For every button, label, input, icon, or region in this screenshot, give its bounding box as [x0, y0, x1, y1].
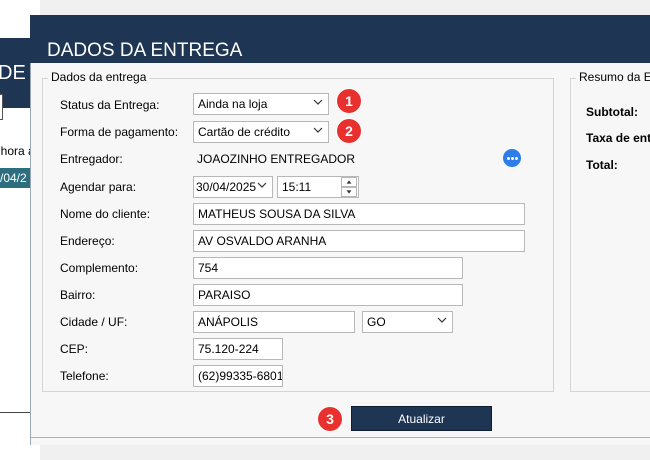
cep-input[interactable]: 75.120-224 — [193, 338, 283, 360]
payment-select-value: Cartão de crédito — [198, 125, 291, 139]
cep-label: CEP: — [60, 342, 89, 356]
dialog-title: DADOS DA ENTREGA — [47, 40, 243, 61]
payment-select[interactable]: Cartão de crédito — [193, 121, 329, 143]
city-label: Cidade / UF: — [60, 315, 128, 329]
step-badge-1: 1 — [337, 89, 361, 113]
district-label: Bairro: — [60, 288, 96, 302]
phone-input[interactable]: (62)99335-6801 — [193, 365, 283, 387]
time-down-button[interactable] — [341, 187, 357, 197]
address-input[interactable]: AV OSVALDO ARANHA — [193, 230, 525, 252]
subtotal-label: Subtotal: — [586, 105, 638, 119]
delivery-fee-label: Taxa de entr — [586, 131, 650, 145]
delivery-data-legend: Dados da entrega — [48, 70, 150, 84]
summary-legend: Resumo da En — [576, 70, 650, 84]
uf-select[interactable]: GO — [362, 311, 453, 333]
arrow-up-icon — [346, 180, 352, 184]
summary-group — [570, 78, 650, 392]
payment-label: Forma de pagamento: — [60, 125, 179, 139]
uf-select-value: GO — [367, 315, 386, 329]
city-input[interactable]: ANÁPOLIS — [193, 311, 355, 333]
courier-label: Entregador: — [60, 152, 123, 166]
status-select-value: Ainda na loja — [198, 97, 268, 111]
step-badge-2: 2 — [337, 119, 361, 143]
background-window-selected-row[interactable]: /04/2 — [0, 168, 30, 188]
status-select[interactable]: Ainda na loja — [193, 93, 329, 115]
chevron-down-icon — [313, 99, 323, 105]
background-window-field[interactable] — [0, 94, 3, 120]
district-input[interactable]: PARAISO — [193, 284, 463, 306]
complement-label: Complemento: — [60, 261, 139, 275]
customer-input[interactable]: MATHEUS SOUSA DA SILVA — [193, 203, 525, 225]
step-badge-3: 3 — [318, 407, 342, 431]
customer-label: Nome do cliente: — [60, 207, 151, 221]
schedule-time-value: 15:11 — [282, 180, 312, 194]
more-options-button[interactable] — [503, 149, 521, 167]
more-dots-icon — [511, 157, 514, 160]
update-button[interactable]: Atualizar — [351, 406, 492, 431]
arrow-down-icon — [346, 190, 352, 194]
complement-input[interactable]: 754 — [193, 257, 463, 279]
more-dots-icon — [507, 157, 510, 160]
background-window-divider — [0, 412, 32, 413]
total-label: Total: — [586, 158, 618, 172]
chevron-down-icon — [313, 127, 323, 133]
schedule-date-value: 30/04/2025 — [196, 180, 257, 194]
phone-label: Telefone: — [60, 369, 109, 383]
dialog-bottom-border — [30, 437, 650, 438]
schedule-label: Agendar para: — [60, 180, 137, 194]
chevron-down-icon — [257, 182, 267, 188]
more-dots-icon — [515, 157, 518, 160]
address-label: Endereço: — [60, 234, 115, 248]
schedule-date-picker[interactable]: 30/04/2025 — [193, 176, 273, 198]
courier-value: JOAOZINHO ENTREGADOR — [197, 152, 356, 166]
time-up-button[interactable] — [341, 177, 357, 187]
status-label: Status da Entrega: — [60, 98, 160, 112]
chevron-down-icon — [437, 317, 447, 323]
